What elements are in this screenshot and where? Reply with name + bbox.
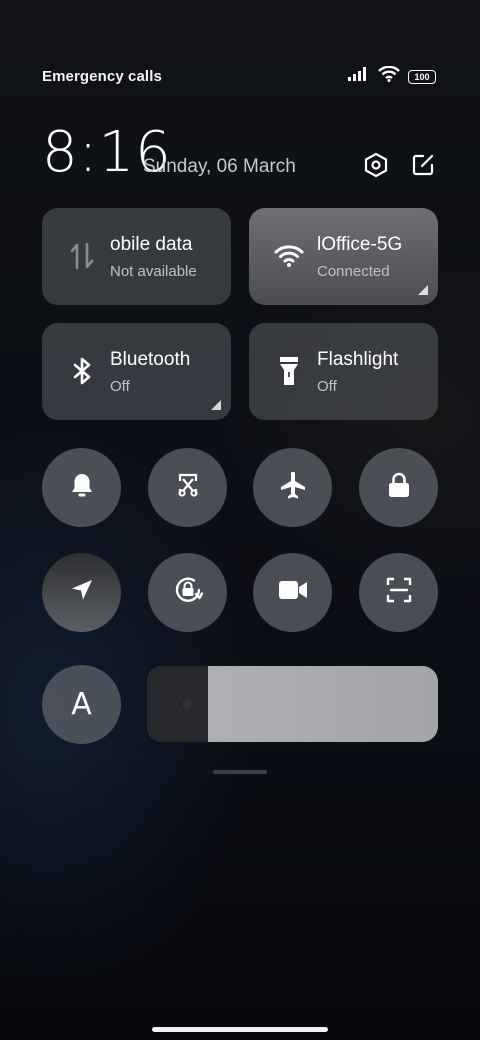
mobile-data-status: Not available [110, 263, 197, 280]
panel-drag-handle[interactable] [213, 770, 267, 774]
auto-brightness-label: A [71, 687, 92, 722]
flashlight-tile[interactable]: Flashlight Off [249, 323, 438, 420]
rotation-lock-button[interactable] [148, 553, 227, 632]
bell-icon [68, 471, 96, 504]
wifi-network-name: lOffice-5G [317, 234, 403, 255]
flashlight-title: Flashlight [317, 349, 399, 370]
lock-icon [386, 471, 412, 504]
scan-icon [385, 576, 413, 609]
date-text: Sunday, 06 March [143, 156, 296, 177]
mobile-data-tile[interactable]: obile data Not available [42, 208, 231, 305]
sun-icon [175, 692, 199, 721]
status-icons: 100 [348, 65, 436, 87]
flashlight-icon [273, 355, 305, 387]
battery-icon: 100 [408, 69, 436, 84]
wifi-status-icon [378, 65, 400, 87]
silent-mode-button[interactable] [42, 448, 121, 527]
wifi-tile[interactable]: lOffice-5G Connected [249, 208, 438, 305]
wifi-expand-corner-icon[interactable] [418, 285, 428, 295]
screen-recorder-button[interactable] [253, 553, 332, 632]
brightness-track-filled [208, 666, 438, 742]
screenshot-scissors-icon [174, 471, 202, 504]
bluetooth-status: Off [110, 378, 130, 395]
airplane-mode-button[interactable] [253, 448, 332, 527]
mobile-data-icon [66, 240, 98, 272]
bluetooth-title: Bluetooth [110, 349, 191, 370]
bluetooth-icon [66, 355, 98, 387]
flashlight-status: Off [317, 378, 337, 395]
bluetooth-tile[interactable]: Bluetooth Off [42, 323, 231, 420]
scanner-button[interactable] [359, 553, 438, 632]
wifi-icon [273, 240, 305, 272]
brightness-slider[interactable] [147, 666, 438, 742]
screenshot-button[interactable] [148, 448, 227, 527]
home-indicator[interactable] [152, 1027, 328, 1032]
location-icon [69, 577, 95, 608]
mobile-data-title: obile data [110, 234, 193, 255]
video-camera-icon [278, 579, 308, 606]
airplane-icon [278, 470, 308, 505]
signal-icon [348, 67, 370, 86]
rotation-lock-icon [172, 574, 204, 611]
status-carrier-text: Emergency calls o [42, 68, 166, 85]
location-button[interactable] [42, 553, 121, 632]
bluetooth-expand-corner-icon[interactable] [211, 400, 221, 410]
edit-icon[interactable] [408, 150, 438, 180]
lock-screen-button[interactable] [359, 448, 438, 527]
wifi-status: Connected [317, 263, 390, 280]
auto-brightness-button[interactable]: A [42, 665, 121, 744]
settings-hex-icon[interactable] [361, 150, 391, 180]
